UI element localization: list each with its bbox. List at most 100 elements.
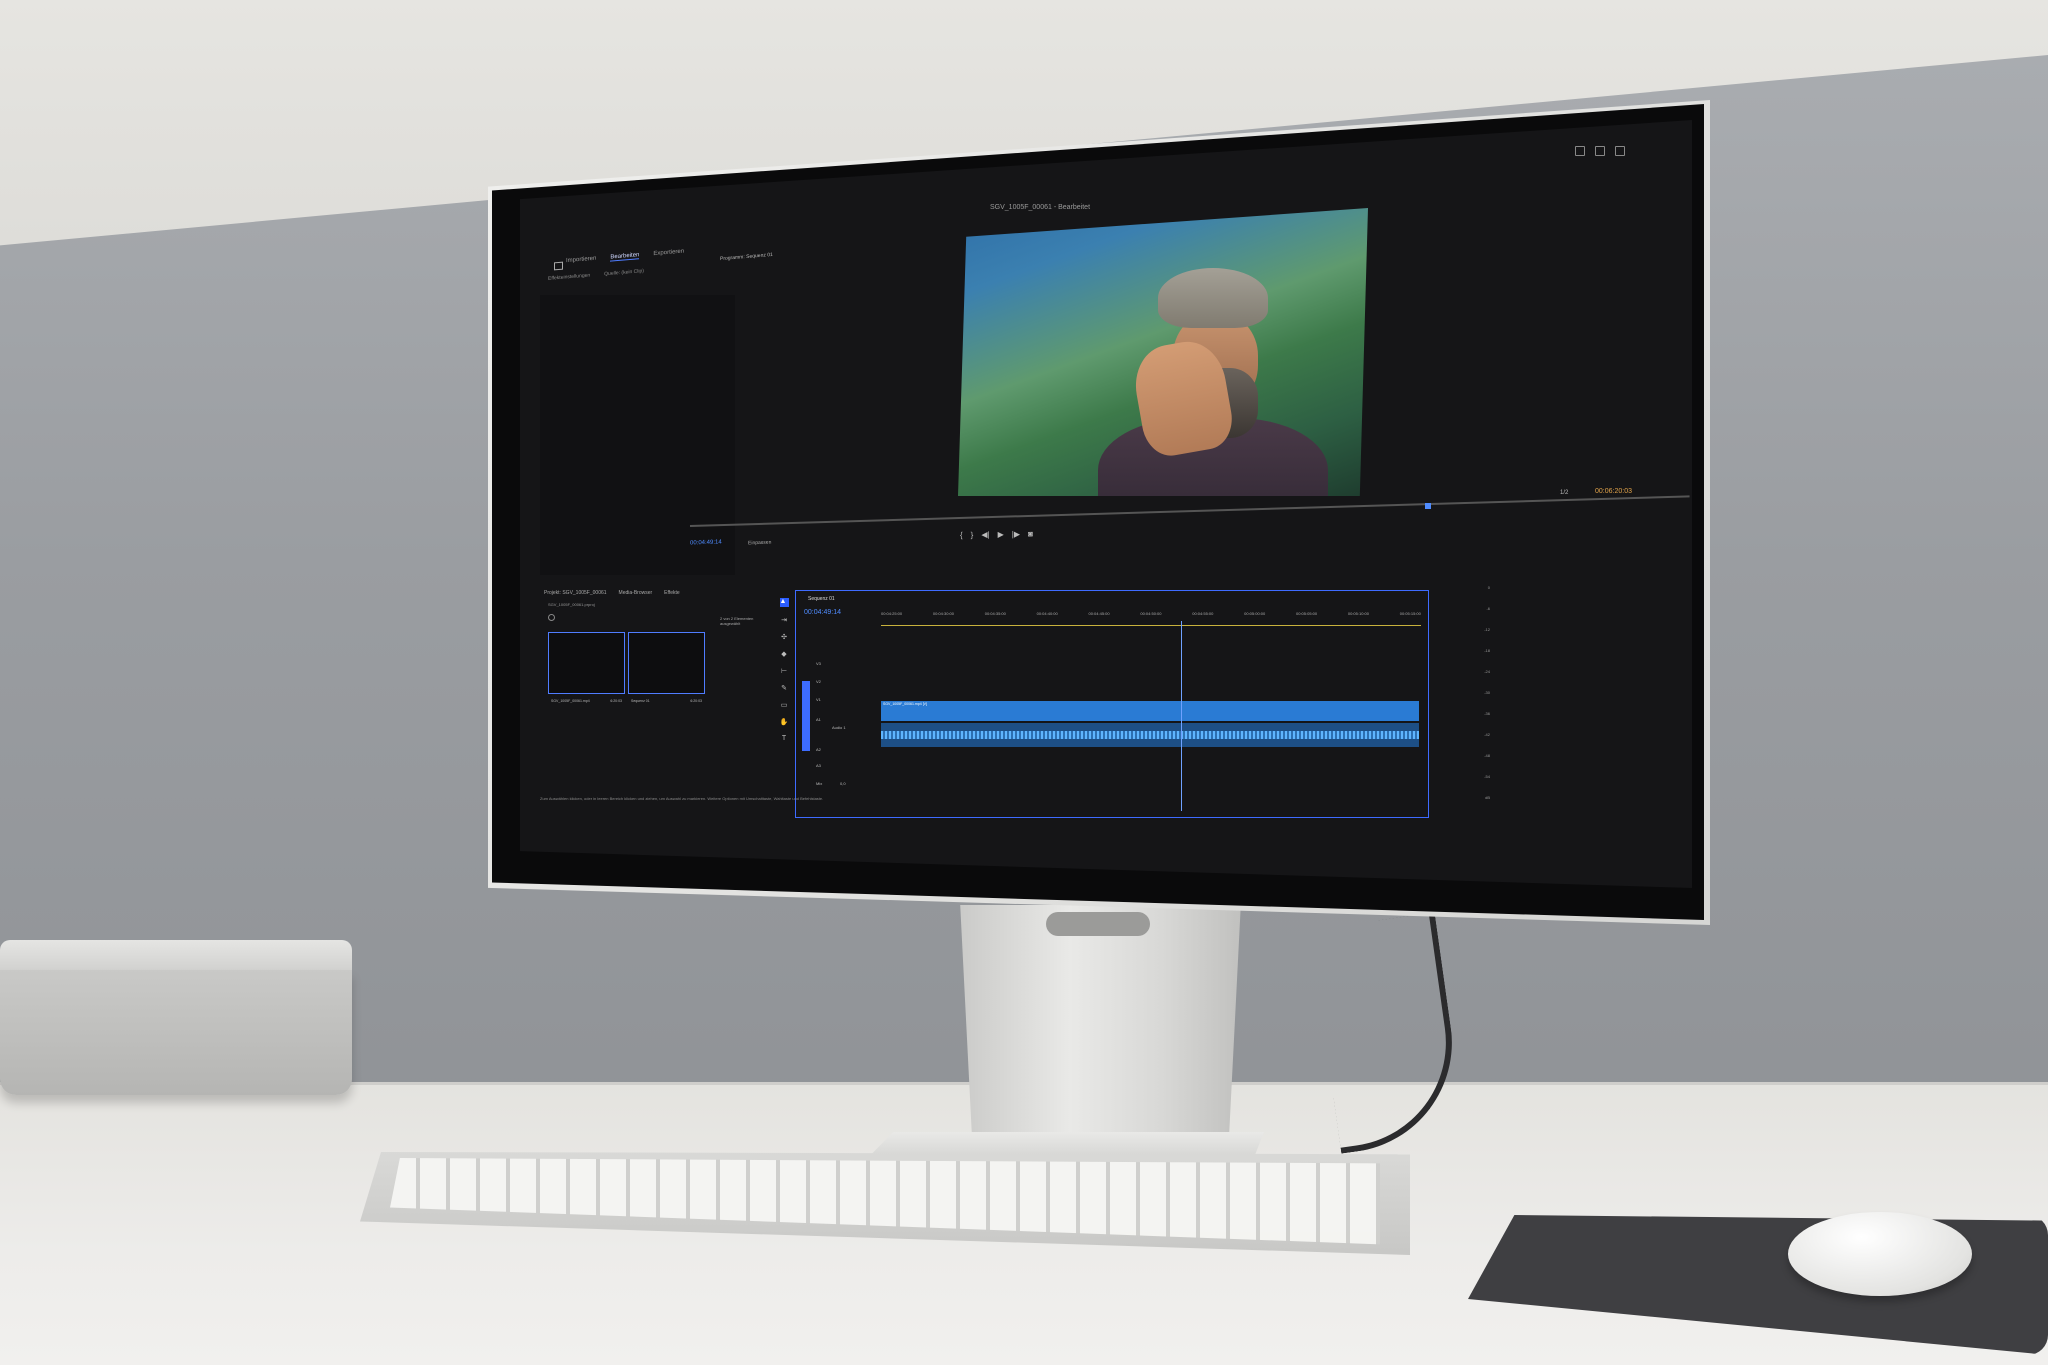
export-icon[interactable] [1595, 146, 1605, 156]
audio-track-name: Audio 1 [832, 725, 846, 730]
hand-tool-icon[interactable]: ✋ [780, 718, 789, 726]
track-a2[interactable]: A2 [816, 747, 821, 752]
video-clip[interactable]: SGV_1005F_00061.mp4 [V] [881, 701, 1419, 721]
pen-tool-icon[interactable]: ✎ [781, 684, 787, 692]
audio-waveform [881, 731, 1419, 739]
track-mix[interactable]: Mix [816, 781, 822, 786]
meter-tick: -6 [1486, 606, 1490, 611]
program-duration-timecode: 00:06:20:03 [1595, 488, 1632, 495]
item-duration: 6:20:03 [690, 699, 702, 703]
tab-edit[interactable]: Bearbeiten [610, 252, 640, 262]
power-led [0, 940, 352, 1130]
play-icon[interactable]: ▶ [998, 530, 1004, 539]
workspace-tabs: Importieren Bearbeiten Exportieren [550, 249, 684, 267]
tab-export[interactable]: Exportieren [653, 249, 684, 258]
project-panel: Projekt: SGV_1005F_00061 Media-Browser E… [540, 590, 772, 790]
track-a1[interactable]: A1 [816, 717, 821, 722]
tab-project[interactable]: Projekt: SGV_1005F_00061 [544, 590, 607, 596]
mark-out-icon[interactable]: } [971, 530, 974, 539]
video-subject [1078, 268, 1328, 496]
ripple-edit-tool-icon[interactable]: ✣ [781, 633, 787, 641]
meter-tick: -42 [1484, 732, 1490, 737]
timeline-timecode[interactable]: 00:04:49:14 [804, 609, 841, 616]
mouse [1788, 1212, 1972, 1296]
sequence-tab[interactable]: Sequenz 01 [808, 596, 835, 602]
ruler-tick: 00:04:50:00 [1140, 611, 1162, 616]
ruler-tick: 00:04:55:00 [1192, 611, 1214, 616]
track-headers: V3 V2 V1 A1 Audio 1 A2 A3 Mix 0,0 [796, 651, 876, 801]
item-duration: 6:20:03 [610, 699, 622, 703]
monitor-screen: SGV_1005F_00061 - Bearbeitet Importieren… [520, 120, 1692, 888]
time-ruler[interactable]: 00:04:25:00 00:04:30:00 00:04:35:00 00:0… [881, 611, 1421, 621]
selection-info: 2 von 2 Elementen ausgewählt [720, 616, 754, 626]
ruler-tick: 00:04:30:00 [932, 611, 955, 616]
ruler-tick: 00:05:10:00 [1347, 611, 1370, 616]
tab-effects[interactable]: Effekte [664, 590, 679, 596]
work-area-bar[interactable] [881, 625, 1421, 626]
rectangle-tool-icon[interactable]: ▭ [781, 701, 788, 709]
program-monitor-label[interactable]: Programm: Sequenz 01 [720, 252, 773, 262]
camera-icon[interactable]: ◙ [1028, 529, 1033, 538]
top-right-icons [1575, 146, 1625, 156]
source-sub-tabs: Effekteinstellungen Quelle: (kein Clip) [548, 268, 644, 282]
audio-meter: 0 -6 -12 -18 -24 -30 -36 -42 -48 -54 dB [1450, 585, 1490, 800]
tab-media-browser[interactable]: Media-Browser [619, 590, 653, 596]
timeline-playhead[interactable] [1181, 621, 1182, 811]
mix-value[interactable]: 0,0 [840, 781, 846, 786]
project-item-clip[interactable]: SGV_1005F_00061.mp4 6:20:03 [548, 632, 625, 703]
slip-tool-icon[interactable]: ⊢ [781, 667, 787, 675]
menu-icon[interactable] [1615, 146, 1625, 156]
tab-import[interactable]: Importieren [566, 256, 596, 265]
step-back-icon[interactable]: ◀| [981, 530, 989, 539]
item-name: Sequenz 01 [631, 699, 650, 703]
search-icon[interactable] [548, 614, 555, 621]
program-scrub-bar[interactable] [689, 495, 1690, 527]
video-editor-ui: SGV_1005F_00061 - Bearbeitet Importieren… [520, 120, 1692, 888]
meter-tick: dB [1485, 795, 1490, 800]
ruler-tick: 00:04:45:00 [1088, 611, 1110, 616]
meter-tick: -48 [1484, 753, 1490, 758]
program-playhead[interactable] [1425, 503, 1431, 509]
ruler-tick: 00:05:00:00 [1244, 611, 1266, 616]
source-timecode: 00:04:49:14 [690, 539, 722, 547]
meter-tick: -54 [1484, 774, 1490, 779]
ruler-tick: 00:04:35:00 [984, 611, 1006, 616]
ruler-tick: 00:05:05:00 [1296, 611, 1318, 616]
timeline-panel: Sequenz 01 00:04:49:14 00:04:25:00 00:04… [795, 590, 1429, 818]
project-file-name: SGV_1005F_00061.prproj [548, 602, 595, 607]
status-bar: Zum Auswählen klicken, oder in leeren Be… [540, 796, 824, 801]
track-a3[interactable]: A3 [816, 763, 821, 768]
share-icon[interactable] [1575, 146, 1585, 156]
mark-in-icon[interactable]: { [960, 531, 963, 540]
project-tabs: Projekt: SGV_1005F_00061 Media-Browser E… [544, 590, 680, 596]
program-video-frame [958, 208, 1368, 496]
item-name: SGV_1005F_00061.mp4 [551, 699, 590, 703]
ruler-tick: 00:04:40:00 [1036, 611, 1058, 616]
meter-tick: -18 [1484, 648, 1490, 653]
track-select-tool-icon[interactable]: ⇥ [781, 616, 787, 624]
razor-tool-icon[interactable]: ◆ [781, 650, 786, 658]
type-tool-icon[interactable]: T [782, 735, 786, 742]
audio-clip[interactable] [881, 723, 1419, 747]
meter-tick: -12 [1484, 627, 1490, 632]
ruler-tick: 00:04:25:00 [881, 611, 903, 616]
resolution-fraction[interactable]: 1/2 [1560, 490, 1568, 496]
monitor-stand [960, 905, 1241, 1145]
clip-label: SGV_1005F_00061.mp4 [V] [883, 702, 927, 706]
source-panel [540, 295, 735, 575]
selection-tool-icon[interactable]: ▲ [779, 598, 789, 607]
track-v1[interactable]: V1 [816, 697, 821, 702]
track-v3[interactable]: V3 [816, 661, 821, 666]
transport-controls: { } ◀| ▶ |▶ ◙ [960, 529, 1033, 539]
window-title: SGV_1005F_00061 - Bearbeitet [990, 204, 1091, 211]
tab-source[interactable]: Quelle: (kein Clip) [604, 268, 644, 277]
fit-dropdown[interactable]: Einpassen [748, 540, 771, 547]
subject-hat [1158, 268, 1268, 328]
meter-tick: -30 [1484, 690, 1490, 695]
meter-tick: -36 [1484, 711, 1490, 716]
tools-panel: ▲ ⇥ ✣ ◆ ⊢ ✎ ▭ ✋ T [778, 598, 790, 788]
project-item-sequence[interactable]: Sequenz 01 6:20:03 [628, 632, 705, 703]
step-forward-icon[interactable]: |▶ [1012, 530, 1020, 539]
tab-effect-controls[interactable]: Effekteinstellungen [548, 272, 590, 281]
track-v2[interactable]: V2 [816, 679, 821, 684]
